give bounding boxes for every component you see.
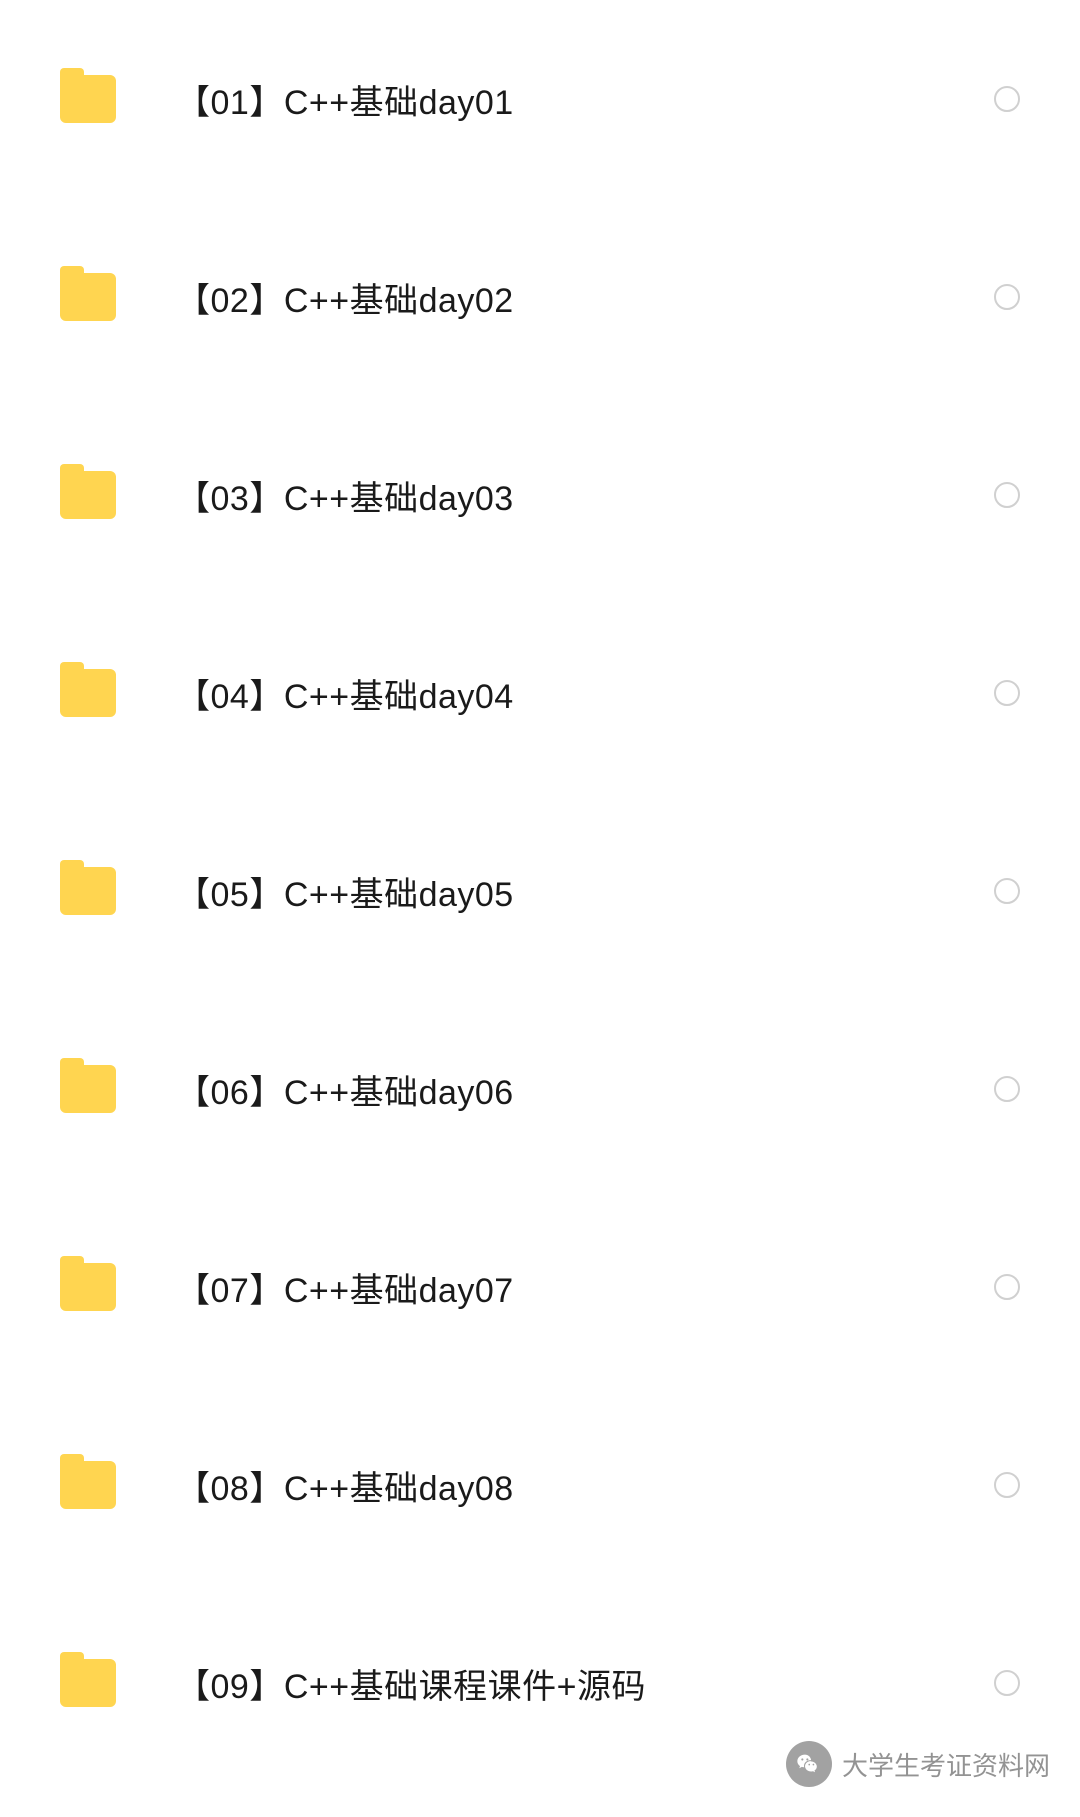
select-radio[interactable] (994, 482, 1020, 508)
select-radio[interactable] (994, 284, 1020, 310)
folder-icon (60, 1461, 116, 1509)
folder-row[interactable]: 【01】C++基础day01 (0, 0, 1080, 198)
folder-name: 【04】C++基础day04 (176, 669, 994, 718)
folder-icon (60, 1065, 116, 1113)
select-radio[interactable] (994, 878, 1020, 904)
folder-icon (60, 669, 116, 717)
folder-name: 【08】C++基础day08 (176, 1461, 994, 1510)
folder-name: 【02】C++基础day02 (176, 273, 994, 322)
folder-name: 【03】C++基础day03 (176, 471, 994, 520)
select-radio[interactable] (994, 1274, 1020, 1300)
folder-icon (60, 1659, 116, 1707)
folder-row[interactable]: 【02】C++基础day02 (0, 198, 1080, 396)
folder-icon (60, 75, 116, 123)
folder-row[interactable]: 【06】C++基础day06 (0, 990, 1080, 1188)
folder-icon (60, 867, 116, 915)
folder-row[interactable]: 【03】C++基础day03 (0, 396, 1080, 594)
select-radio[interactable] (994, 1670, 1020, 1696)
select-radio[interactable] (994, 1472, 1020, 1498)
watermark: 大学生考证资料网 (786, 1741, 1050, 1787)
select-radio[interactable] (994, 86, 1020, 112)
folder-row[interactable]: 【04】C++基础day04 (0, 594, 1080, 792)
folder-icon (60, 273, 116, 321)
select-radio[interactable] (994, 680, 1020, 706)
folder-row[interactable]: 【05】C++基础day05 (0, 792, 1080, 990)
folder-icon (60, 471, 116, 519)
file-list: 【01】C++基础day01 【02】C++基础day02 【03】C++基础d… (0, 0, 1080, 1782)
folder-name: 【06】C++基础day06 (176, 1065, 994, 1114)
folder-name: 【07】C++基础day07 (176, 1263, 994, 1312)
folder-row[interactable]: 【08】C++基础day08 (0, 1386, 1080, 1584)
wechat-icon (786, 1741, 832, 1787)
select-radio[interactable] (994, 1076, 1020, 1102)
folder-icon (60, 1263, 116, 1311)
folder-name: 【09】C++基础课程课件+源码 (176, 1659, 994, 1708)
watermark-text: 大学生考证资料网 (842, 1746, 1050, 1783)
folder-name: 【01】C++基础day01 (176, 75, 994, 124)
folder-name: 【05】C++基础day05 (176, 867, 994, 916)
folder-row[interactable]: 【07】C++基础day07 (0, 1188, 1080, 1386)
